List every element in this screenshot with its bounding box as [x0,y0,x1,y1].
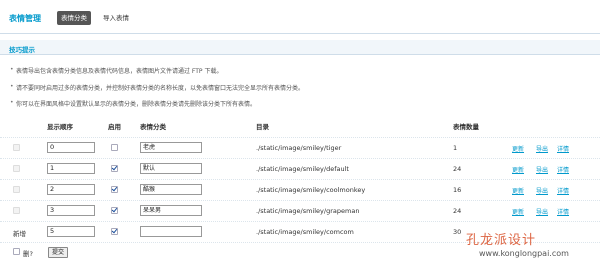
category-name-input[interactable]: 酷猴 [140,184,202,195]
delete-label: 删? [23,250,33,258]
new-category-name-input[interactable] [140,226,202,237]
tip-item: 表情导出包含表情分类信息及表情代码信息，表情图片文件请通过 FTP 下载。 [10,66,222,75]
column-header-enabled: 启用 [108,123,121,131]
table-row: 3 呆呆男 ./static/image/smiley/grapeman 24 … [0,200,600,221]
row-select-checkbox[interactable] [13,186,20,193]
tips-title: 技巧提示 [9,46,35,54]
directory-path: ./static/image/smiley/default [256,165,349,173]
details-link[interactable]: 详情 [557,144,569,153]
update-link[interactable]: 更新 [512,165,524,174]
enabled-checkbox[interactable] [111,186,118,193]
new-directory-path: ./static/image/smiley/comcom [256,228,354,236]
update-link[interactable]: 更新 [512,186,524,195]
order-input[interactable]: 0 [47,142,95,153]
row-select-checkbox[interactable] [13,207,20,214]
details-link[interactable]: 详情 [557,165,569,174]
export-link[interactable]: 导出 [536,165,548,174]
table-header: 显示顺序 启用 表情分类 目录 表情数量 [0,118,600,132]
details-link[interactable]: 详情 [557,207,569,216]
tips-header: 技巧提示 [0,40,600,55]
new-enabled-checkbox[interactable] [111,228,118,235]
category-name-input[interactable]: 老虎 [140,142,202,153]
directory-path: ./static/image/smiley/tiger [256,144,342,152]
column-header-directory: 目录 [256,123,269,131]
submit-button[interactable]: 提交 [48,247,69,258]
category-name-input[interactable]: 默认 [140,163,202,174]
enabled-checkbox[interactable] [111,165,118,172]
enabled-checkbox[interactable] [111,207,118,214]
tab-smiley-categories[interactable]: 表情分类 [57,11,91,25]
enabled-checkbox[interactable] [111,144,118,151]
directory-path: ./static/image/smiley/coolmonkey [256,186,366,194]
tip-item: 请不要同时启用过多的表情分类，并控制好表情分类的名称长度，以免表情窗口无法完全显… [10,83,304,92]
smiley-count: 1 [453,144,458,152]
tip-item: 你可以在界面风格中设置默认显示的表情分类，删除表情分类请先删除该分类下所有表情。 [10,99,256,108]
row-select-checkbox[interactable] [13,165,20,172]
new-row-label: 新增 [13,230,26,238]
order-input[interactable]: 2 [47,184,95,195]
column-header-order: 显示顺序 [47,123,73,131]
row-select-checkbox[interactable] [13,144,20,151]
export-link[interactable]: 导出 [536,186,548,195]
details-link[interactable]: 详情 [557,186,569,195]
watermark-url: www.konglongpai.com [479,249,569,258]
update-link[interactable]: 更新 [512,144,524,153]
directory-path: ./static/image/smiley/grapeman [256,207,360,215]
export-link[interactable]: 导出 [536,144,548,153]
watermark: 孔龙派设计 www.konglongpai.com [466,229,596,263]
smiley-count: 24 [453,207,462,215]
update-link[interactable]: 更新 [512,207,524,216]
column-header-category: 表情分类 [140,123,166,131]
order-input[interactable]: 1 [47,163,95,174]
page-title: 表情管理 [9,14,41,23]
new-order-input[interactable]: 5 [47,226,95,237]
export-link[interactable]: 导出 [536,207,548,216]
order-input[interactable]: 3 [47,205,95,216]
table-row: 1 默认 ./static/image/smiley/default 24 更新… [0,158,600,179]
tab-import-smiley[interactable]: 导入表情 [103,11,129,25]
delete-all-checkbox[interactable] [13,248,20,255]
top-bar: 表情管理 表情分类 导入表情 [0,0,600,34]
table-row: 0 老虎 ./static/image/smiley/tiger 1 更新 导出… [0,137,600,158]
smiley-count: 16 [453,186,462,194]
watermark-cn: 孔龙派设计 [466,233,537,248]
smiley-count: 24 [453,165,462,173]
new-smiley-count: 30 [453,228,462,236]
table-row: 2 酷猴 ./static/image/smiley/coolmonkey 16… [0,179,600,200]
category-name-input[interactable]: 呆呆男 [140,205,202,216]
column-header-count: 表情数量 [453,123,479,131]
